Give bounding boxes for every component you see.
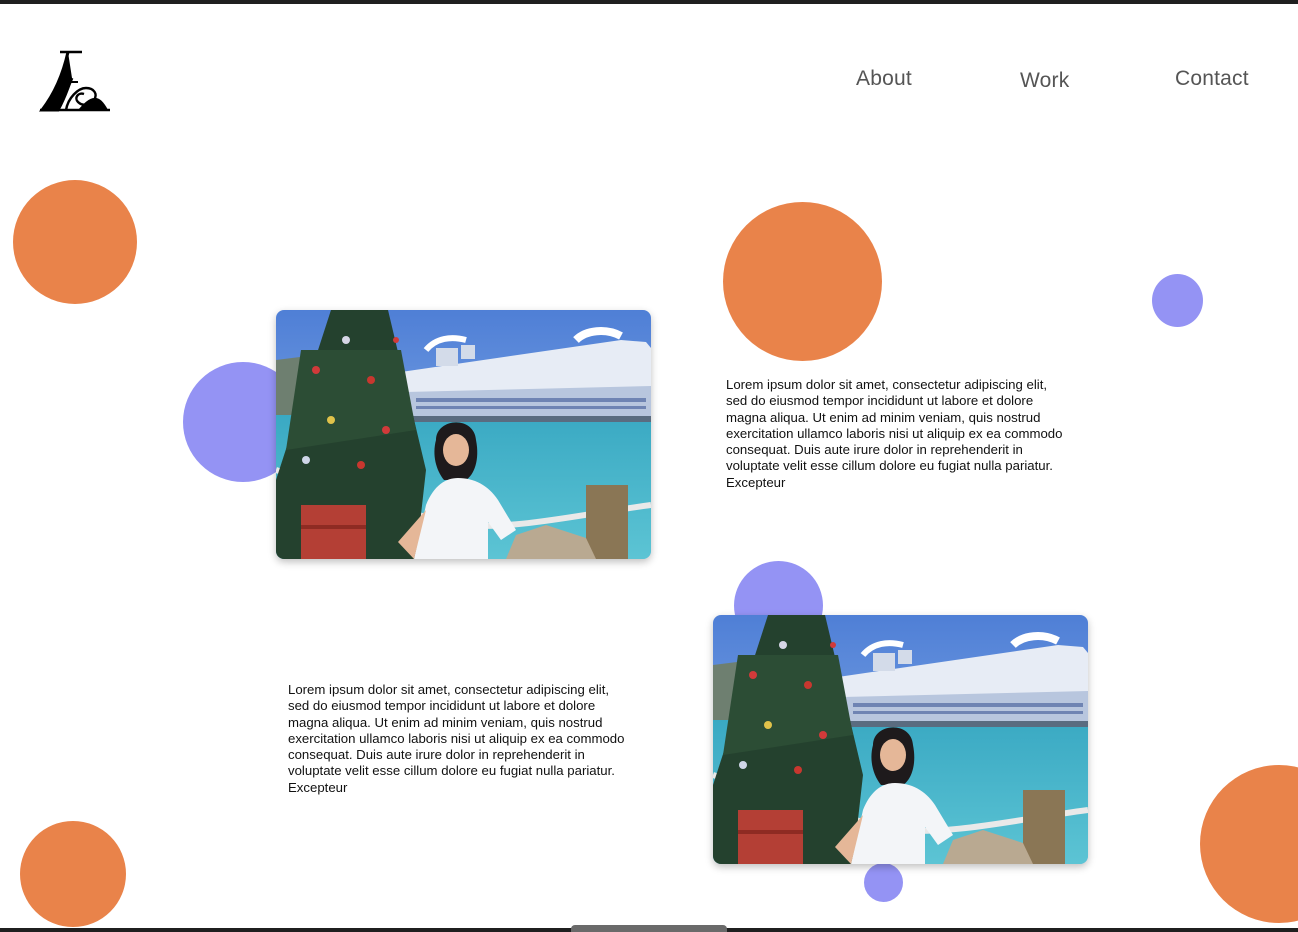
section-2-paragraph: Lorem ipsum dolor sit amet, consectetur …	[288, 682, 625, 795]
decor-circle-orange	[13, 180, 137, 304]
decor-circle-violet	[1152, 274, 1203, 327]
top-frame-bar	[0, 0, 1298, 4]
decor-circle-violet	[864, 863, 903, 902]
decor-circle-orange	[20, 821, 126, 927]
section-1-photo	[276, 310, 651, 559]
monogram-logo-icon[interactable]	[38, 48, 112, 114]
nav-contact-link[interactable]: Contact	[1175, 67, 1249, 91]
section-1-paragraph: Lorem ipsum dolor sit amet, consectetur …	[726, 377, 1063, 490]
decor-circle-orange	[723, 202, 882, 361]
section-2-photo	[713, 615, 1088, 864]
decor-circle-orange	[1200, 765, 1298, 923]
nav-about-link[interactable]: About	[856, 67, 912, 91]
scroll-handle[interactable]	[571, 925, 727, 932]
nav-work-link[interactable]: Work	[1020, 69, 1069, 93]
